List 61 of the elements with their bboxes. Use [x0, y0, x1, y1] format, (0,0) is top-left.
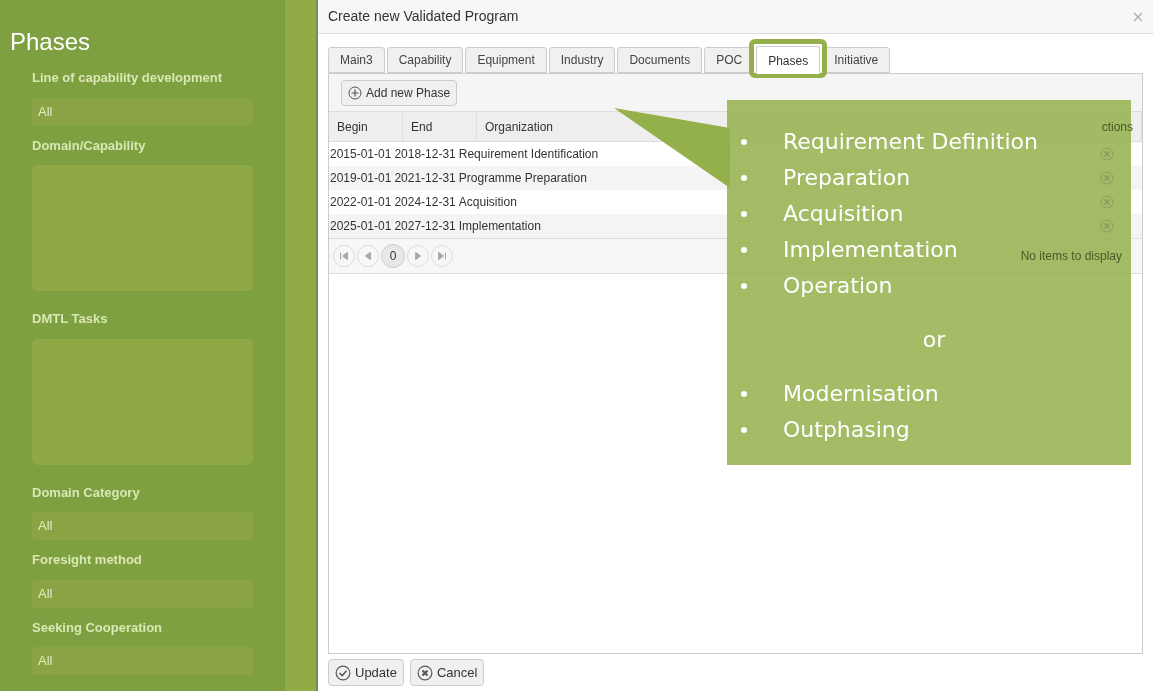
- check-icon: [335, 664, 351, 681]
- tab[interactable]: Equipment: [465, 47, 547, 73]
- callout-item: Outphasing: [783, 416, 910, 444]
- delete-icon[interactable]: [1100, 147, 1114, 161]
- delete-icon[interactable]: [1100, 171, 1114, 185]
- tab[interactable]: Industry: [548, 47, 616, 73]
- callout-item: Preparation: [783, 164, 911, 192]
- bullet-icon: [741, 247, 747, 253]
- table-cell-text: 2022-01-01: [330, 194, 392, 211]
- table-cell-text: 2027-12-31: [394, 218, 456, 235]
- table-cell-text: Acquisition: [458, 194, 517, 211]
- delete-icon[interactable]: [1100, 219, 1114, 233]
- table-cell-text: 2019-01-01: [330, 170, 392, 187]
- plus-icon: [348, 85, 362, 100]
- tab[interactable]: Main3: [328, 47, 385, 73]
- filter-label: Domain Category: [32, 483, 141, 502]
- callout-item: Operation: [783, 272, 893, 300]
- bullet-icon: [741, 427, 747, 433]
- tab[interactable]: Phases: [756, 46, 821, 74]
- table-cell-text: Requirement Identification: [458, 146, 599, 163]
- bullet-icon: [741, 175, 747, 181]
- callout-item: Acquisition: [783, 200, 904, 228]
- callout-separator: or: [922, 326, 946, 354]
- close-icon[interactable]: [1133, 11, 1143, 22]
- update-button[interactable]: Update: [328, 659, 404, 686]
- filter-label: Seeking Cooperation: [32, 618, 164, 637]
- column-header[interactable]: Organization: [485, 117, 554, 136]
- previous-page-icon: [364, 252, 372, 260]
- table-cell-text: 2015-01-01: [330, 146, 392, 163]
- filter-label: Line of capability development: [32, 69, 223, 87]
- column-header[interactable]: End: [411, 117, 433, 136]
- callout-item: Implementation: [783, 236, 958, 264]
- table-cell-text: 2021-12-31: [394, 170, 456, 187]
- column-header[interactable]: Begin: [337, 117, 368, 136]
- pager-info: No items to display: [1020, 248, 1122, 265]
- callout-item: Modernisation: [783, 380, 939, 408]
- tab[interactable]: Documents: [617, 47, 703, 73]
- filter-label: Domain/Capability: [32, 136, 147, 155]
- filter-label: DMTL Tasks: [32, 310, 109, 328]
- first-page-icon: [340, 252, 348, 260]
- bullet-icon: [741, 391, 747, 397]
- delete-icon[interactable]: [1100, 195, 1114, 209]
- table-cell-text: 2024-12-31: [394, 194, 456, 211]
- last-page-icon: [438, 252, 446, 260]
- filter-label: Foresight method: [32, 551, 143, 569]
- add-phase-button[interactable]: Add new Phase: [341, 79, 458, 106]
- tab[interactable]: Capability: [386, 47, 464, 73]
- table-cell-text: Implementation: [458, 218, 541, 235]
- table-cell-text: Programme Preparation: [458, 170, 587, 187]
- table-cell-text: 2018-12-31: [394, 146, 456, 163]
- cancel-button[interactable]: Cancel: [409, 659, 485, 686]
- bullet-icon: [741, 139, 747, 145]
- callout-item: Requirement Definition: [783, 128, 1038, 156]
- bullet-icon: [741, 283, 747, 289]
- close-icon: [416, 664, 433, 681]
- table-cell-text: 2025-01-01: [330, 218, 392, 235]
- panel-heading: Phases: [10, 28, 91, 55]
- bullet-icon: [741, 211, 747, 217]
- page-number[interactable]: 0: [381, 244, 405, 268]
- dialog-title: Create new Validated Program: [328, 7, 519, 26]
- next-page-icon: [414, 252, 422, 260]
